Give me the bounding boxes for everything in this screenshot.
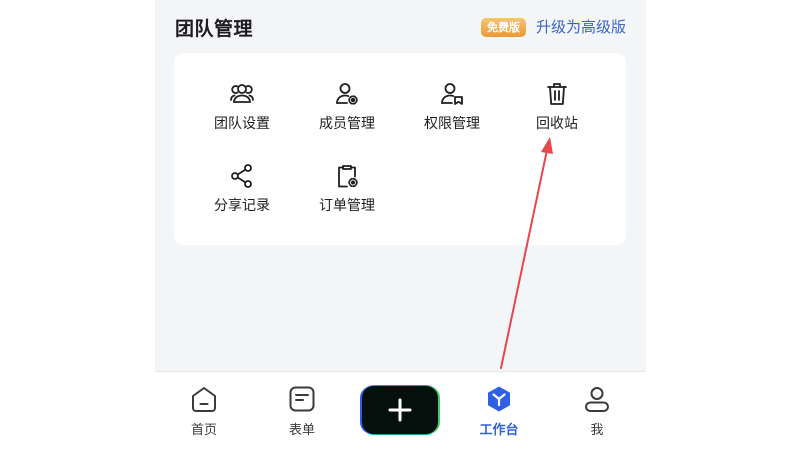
grid-item-label: 权限管理 bbox=[424, 116, 480, 132]
plus-icon bbox=[388, 398, 412, 422]
member-management-item[interactable]: 成员管理 bbox=[292, 73, 402, 143]
order-management-item[interactable]: 订单管理 bbox=[292, 155, 402, 225]
management-card: 团队设置 成员管理 权限管理 回收站 分享记录 订单管理 bbox=[174, 53, 626, 245]
section-header: 团队管理 免费版 升级为高级版 bbox=[155, 0, 646, 52]
bottom-tab-bar: 首页 表单 工作台 我 bbox=[155, 371, 646, 450]
user-gear-icon bbox=[336, 83, 358, 105]
workbench-icon bbox=[488, 386, 510, 412]
grid-item-label: 回收站 bbox=[536, 116, 578, 132]
add-button[interactable] bbox=[362, 386, 438, 434]
tab-label: 工作台 bbox=[479, 423, 519, 438]
tab-form[interactable]: 表单 bbox=[253, 372, 351, 450]
permission-management-item[interactable]: 权限管理 bbox=[397, 73, 507, 143]
grid-item-label: 成员管理 bbox=[319, 116, 375, 132]
upgrade-link[interactable]: 升级为高级版 bbox=[536, 16, 626, 37]
trash-icon bbox=[547, 83, 567, 105]
recycle-bin-item[interactable]: 回收站 bbox=[502, 73, 612, 143]
phone-screen: 团队管理 免费版 升级为高级版 团队设置 成员管理 权限管理 回收站 分享记录 … bbox=[155, 0, 646, 450]
tab-label: 表单 bbox=[288, 423, 315, 438]
home-icon bbox=[192, 387, 216, 412]
grid-item-label: 订单管理 bbox=[319, 198, 375, 214]
user-bookmark-icon bbox=[441, 83, 463, 105]
form-icon bbox=[289, 386, 315, 412]
plan-badge: 免费版 bbox=[481, 18, 526, 37]
tab-home[interactable]: 首页 bbox=[155, 372, 253, 450]
tab-me[interactable]: 我 bbox=[548, 372, 646, 450]
tab-label: 首页 bbox=[190, 423, 217, 438]
team-settings-item[interactable]: 团队设置 bbox=[187, 73, 297, 143]
grid-item-label: 团队设置 bbox=[214, 116, 270, 132]
profile-icon bbox=[585, 387, 609, 412]
grid-item-label: 分享记录 bbox=[214, 198, 270, 214]
share-records-item[interactable]: 分享记录 bbox=[187, 155, 297, 225]
clipboard-gear-icon bbox=[338, 165, 358, 188]
tab-workbench[interactable]: 工作台 bbox=[450, 372, 548, 450]
page-title: 团队管理 bbox=[175, 18, 254, 40]
users-icon bbox=[230, 84, 254, 103]
tab-label: 我 bbox=[590, 423, 604, 438]
share-icon bbox=[231, 164, 252, 188]
